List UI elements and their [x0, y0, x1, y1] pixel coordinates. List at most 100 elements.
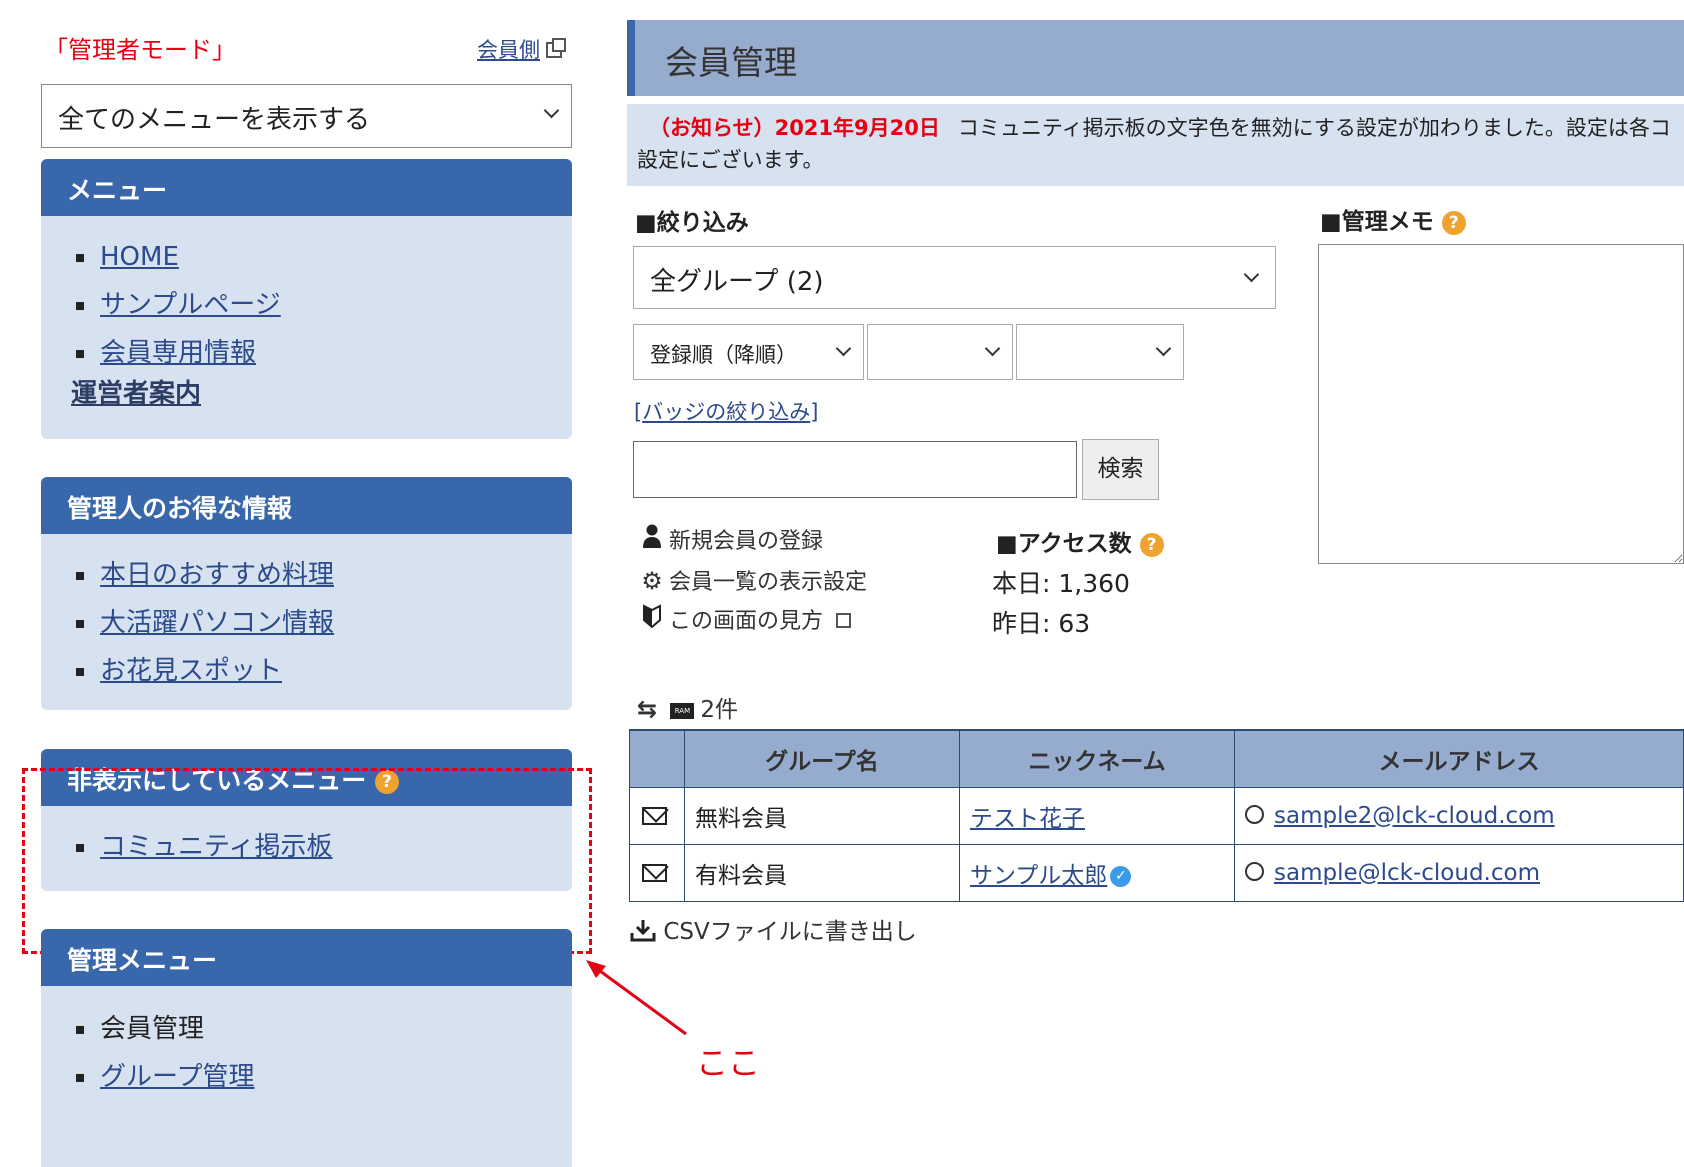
new-member-link[interactable]: 新規会員の登録: [641, 524, 823, 558]
access-yesterday: 昨日: 63: [992, 609, 1091, 638]
menu-item-home-link[interactable]: HOME: [100, 242, 179, 272]
chevron-down-icon: [1155, 340, 1172, 357]
admin-item-group-management-link[interactable]: グループ管理: [100, 1062, 254, 1092]
memo-title: ■管理メモ ?: [1320, 202, 1466, 236]
menu-panel: メニュー HOME サンプルページ 会員専用情報 運営者案内: [41, 159, 572, 439]
nickname-cell: テスト花子: [959, 786, 1235, 845]
menu-item-home[interactable]: HOME: [73, 240, 572, 288]
admin-memo-textarea[interactable]: [1318, 244, 1684, 564]
memo-title-text: ■管理メモ: [1320, 209, 1434, 235]
menu-item-members-link[interactable]: 会員専用情報: [100, 338, 256, 368]
group-select[interactable]: 全グループ (2): [633, 246, 1276, 309]
admin-item-member-management[interactable]: 会員管理: [73, 1012, 572, 1060]
column-header-mail: [629, 729, 685, 788]
column-header-nickname[interactable]: ニックネーム: [959, 729, 1235, 788]
admin-mode-label: 「管理者モード」: [44, 36, 236, 64]
search-button[interactable]: 検索: [1082, 439, 1159, 500]
mail-icon[interactable]: [642, 864, 667, 882]
member-side-link-label: 会員側: [477, 38, 540, 62]
new-member-label: 新規会員の登録: [669, 529, 824, 554]
list-settings-link[interactable]: ⚙ 会員一覧の表示設定: [641, 564, 867, 598]
result-count: ⇆ RAM 2件: [637, 690, 738, 724]
members-table: グループ名 ニックネーム メールアドレス 無料会員 テスト花子 sample2@…: [629, 729, 1684, 902]
email-cell: sample2@lck-cloud.com: [1234, 786, 1684, 845]
table-header-row: グループ名 ニックネーム メールアドレス: [629, 729, 1684, 788]
admin-item-group-management[interactable]: グループ管理: [73, 1060, 572, 1108]
page-title: 会員管理: [665, 43, 797, 82]
annotation-arrow-icon: [586, 960, 687, 1036]
info-item-pc[interactable]: 大活躍パソコン情報: [73, 606, 572, 654]
admin-menu-panel: 管理メニュー 会員管理 グループ管理: [41, 929, 572, 1167]
info-item-hanami[interactable]: お花見スポット: [73, 654, 572, 702]
external-link-icon: [836, 613, 852, 628]
menu-panel-title: メニュー: [41, 159, 572, 216]
circle-icon: [1245, 861, 1264, 881]
annotation-text: ここ: [696, 1044, 761, 1082]
notice-text-line2: 設定にございます。: [637, 148, 824, 172]
table-row: 有料会員 サンプル太郎 ✓ sample@lck-cloud.com: [629, 843, 1684, 902]
sort-order-select[interactable]: 登録順（降順）: [633, 324, 864, 380]
group-select-value: 全グループ (2): [650, 267, 824, 297]
how-to-view-label: この画面の見方: [669, 609, 824, 634]
member-side-link[interactable]: 会員側: [477, 34, 566, 64]
info-item-recommended[interactable]: 本日のおすすめ料理: [73, 558, 572, 606]
email-link[interactable]: sample2@lck-cloud.com: [1274, 803, 1555, 829]
page-header: 会員管理: [627, 20, 1684, 96]
help-icon[interactable]: ?: [1139, 532, 1164, 557]
group-cell: 無料会員: [684, 786, 960, 845]
info-item-recommended-link[interactable]: 本日のおすすめ料理: [100, 560, 334, 590]
admin-menu-panel-title: 管理メニュー: [41, 929, 572, 986]
info-item-pc-link[interactable]: 大活躍パソコン情報: [100, 608, 334, 638]
menu-display-select[interactable]: 全てのメニューを表示する: [41, 84, 572, 148]
nickname-cell: サンプル太郎 ✓: [959, 843, 1235, 902]
badge-filter-label: バッジの絞り込み: [642, 400, 811, 424]
mail-cell[interactable]: [629, 786, 685, 845]
info-panel-title: 管理人のお得な情報: [41, 477, 572, 534]
sort-option-select-3[interactable]: [1016, 324, 1184, 380]
nickname-link[interactable]: サンプル太郎: [970, 863, 1107, 889]
list-settings-label: 会員一覧の表示設定: [669, 570, 868, 595]
user-icon: [641, 524, 663, 559]
email-link[interactable]: sample@lck-cloud.com: [1274, 860, 1540, 886]
notice-text: コミュニティ掲示板の文字色を無効にする設定が加わりました。設定は各コ: [957, 116, 1671, 140]
notice-banner: （お知らせ）2021年9月20日 コミュニティ掲示板の文字色を無効にする設定が加わ…: [627, 104, 1684, 186]
external-link-icon: [546, 38, 566, 58]
highlight-box: [22, 768, 592, 954]
ram-icon[interactable]: RAM: [670, 702, 695, 719]
menu-item-operator-info[interactable]: 運営者案内: [71, 373, 201, 410]
mail-cell[interactable]: [629, 843, 685, 902]
chevron-down-icon: [984, 340, 1001, 357]
swap-icon[interactable]: ⇆: [637, 695, 657, 723]
menu-item-sample[interactable]: サンプルページ: [73, 288, 572, 336]
search-input[interactable]: [633, 441, 1077, 498]
access-count-title-text: ■アクセス数: [996, 531, 1132, 557]
download-icon: [630, 919, 663, 945]
how-to-view-link[interactable]: この画面の見方: [641, 604, 852, 639]
access-today: 本日: 1,360: [992, 569, 1130, 598]
result-count-text: 2件: [700, 697, 739, 723]
chevron-down-icon: [543, 102, 560, 119]
gear-icon: ⚙: [641, 567, 663, 595]
mail-icon[interactable]: [642, 807, 667, 825]
access-count-title: ■アクセス数 ?: [996, 524, 1164, 558]
notice-date: （お知らせ）2021年9月20日: [649, 116, 940, 140]
admin-item-member-management-label: 会員管理: [100, 1014, 205, 1044]
column-header-email[interactable]: メールアドレス: [1234, 729, 1684, 788]
menu-display-select-value: 全てのメニューを表示する: [58, 105, 371, 135]
circle-icon: [1245, 804, 1264, 824]
info-panel: 管理人のお得な情報 本日のおすすめ料理 大活躍パソコン情報 お花見スポット: [41, 477, 572, 710]
nickname-link[interactable]: テスト花子: [970, 806, 1085, 832]
sort-option-select-2[interactable]: [867, 324, 1013, 380]
csv-export-link[interactable]: CSVファイルに書き出し: [630, 912, 917, 946]
csv-export-label: CSVファイルに書き出し: [663, 919, 917, 945]
help-icon[interactable]: ?: [1441, 210, 1466, 235]
badge-filter-link[interactable]: [バッジの絞り込み]: [634, 396, 818, 426]
chevron-down-icon: [1243, 266, 1260, 283]
chevron-down-icon: [835, 340, 852, 357]
info-item-hanami-link[interactable]: お花見スポット: [100, 656, 282, 686]
menu-item-sample-link[interactable]: サンプルページ: [100, 290, 281, 320]
email-cell: sample@lck-cloud.com: [1234, 843, 1684, 902]
filter-title: ■絞り込み: [635, 210, 749, 236]
beginner-mark-icon: [641, 604, 663, 639]
column-header-group[interactable]: グループ名: [684, 729, 960, 788]
